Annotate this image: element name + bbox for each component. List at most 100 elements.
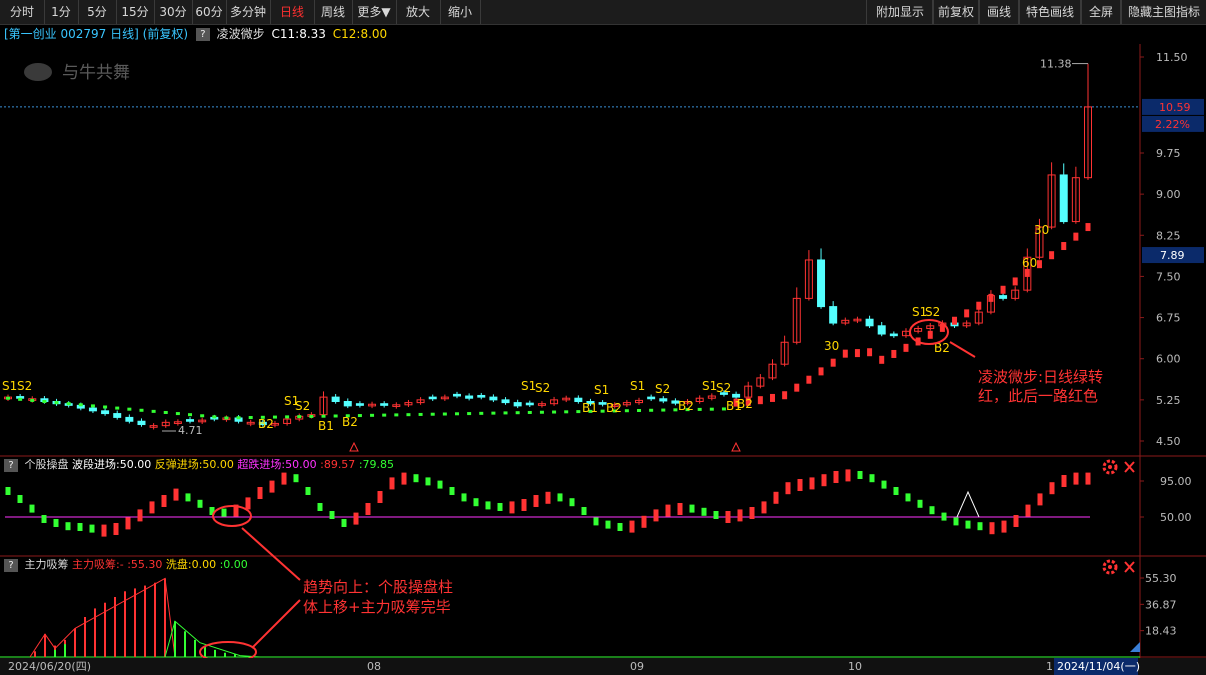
panel1-bar xyxy=(737,509,743,522)
candle-body xyxy=(537,403,546,406)
candle-body xyxy=(938,322,947,327)
candle-body xyxy=(319,396,328,416)
toolbar-btn-9[interactable]: 更多▼ xyxy=(352,0,397,24)
price-tick-label: 6.75 xyxy=(1156,312,1181,325)
annotation-arrow3 xyxy=(251,599,301,649)
toolbar-right-btn-0[interactable]: 隐藏主图指标 xyxy=(1120,0,1206,24)
c12-value: C12:8.00 xyxy=(332,27,388,41)
panel1-bar xyxy=(149,501,155,514)
price-tick-label: 8.25 xyxy=(1156,229,1181,242)
candle-body xyxy=(307,414,316,417)
price-tick-label: 11.50 xyxy=(1156,51,1188,64)
panel1-name[interactable]: 个股操盘 xyxy=(25,458,69,471)
trend-dash xyxy=(127,407,132,411)
toolbar-right-btn-1[interactable]: 全屏 xyxy=(1080,0,1122,24)
toolbar-btn-7[interactable]: 日线 xyxy=(270,0,315,24)
close-icon xyxy=(1124,561,1135,573)
trend-dash xyxy=(78,403,83,407)
trend-dash xyxy=(830,358,836,367)
panel1-bar xyxy=(413,474,419,483)
date-month: 09 xyxy=(630,660,644,673)
date-month: 1 xyxy=(1046,660,1053,673)
toolbar-btn-1[interactable]: 1分 xyxy=(44,0,79,24)
toolbar-btn-10[interactable]: 放大 xyxy=(396,0,441,24)
candle-body xyxy=(501,399,510,404)
candle-body xyxy=(52,401,61,405)
toolbar-btn-5[interactable]: 60分 xyxy=(192,0,227,24)
toolbar-btn-3[interactable]: 15分 xyxy=(116,0,155,24)
candle-body xyxy=(732,393,741,398)
marker-price-label: 7.89 xyxy=(1160,249,1185,262)
pct-label: 2.22% xyxy=(1155,118,1190,131)
panel2-tick: 36.87 xyxy=(1145,598,1177,611)
panel1-bar xyxy=(665,504,671,517)
panel1-bar xyxy=(101,524,107,537)
candle-body xyxy=(380,403,389,406)
panel2-title: ? 主力吸筹 主力吸筹:- :55.30 洗盘:0.00 :0.00 xyxy=(0,557,248,573)
toolbar-right-btn-5[interactable]: 附加显示 xyxy=(866,0,934,24)
trend-dash xyxy=(345,414,350,418)
price-tick-label: 9.75 xyxy=(1156,147,1181,160)
panel1-bar xyxy=(5,487,11,495)
stock-label[interactable]: [第一创业 002797 日线] xyxy=(4,27,139,41)
panel1-bar xyxy=(653,509,659,522)
candle-body xyxy=(222,417,231,421)
toolbar-btn-8[interactable]: 周线 xyxy=(314,0,353,24)
candle-body xyxy=(671,400,680,404)
signal-S1: S1 xyxy=(912,305,927,319)
signal-S2: S2 xyxy=(655,382,670,396)
toolbar-btn-11[interactable]: 缩小 xyxy=(440,0,481,24)
signal-B2: B2 xyxy=(737,397,753,411)
trend-dash xyxy=(685,408,690,412)
candle-body xyxy=(817,259,826,308)
candle-body xyxy=(101,410,110,415)
signal-B2: B2 xyxy=(258,417,274,431)
highlight-ellipse xyxy=(909,319,949,345)
help-icon[interactable]: ? xyxy=(195,28,210,41)
panel1-bar xyxy=(1037,493,1043,506)
candle-body xyxy=(76,404,85,409)
panel2-accum: 主力吸筹:- xyxy=(72,558,124,571)
signal-S1: S1 xyxy=(594,383,609,397)
trend-dash xyxy=(867,348,873,357)
pct-box xyxy=(1142,115,1204,132)
panel1-bar xyxy=(89,524,95,533)
candle-body xyxy=(635,399,644,404)
indicator-name[interactable]: 凌波微步 xyxy=(217,27,265,41)
candle-body xyxy=(962,322,971,327)
panel1-bar xyxy=(1049,482,1055,495)
panel1-bar xyxy=(605,520,611,529)
panel2-name[interactable]: 主力吸筹 xyxy=(25,558,69,571)
candle-body xyxy=(161,421,170,427)
panel1-bar xyxy=(113,523,119,535)
panel1-bar xyxy=(473,498,479,507)
toolbar-right-btn-2[interactable]: 特色画线 xyxy=(1018,0,1082,24)
trend-dash xyxy=(527,410,532,414)
panel1-bar xyxy=(677,503,683,515)
toolbar-btn-0[interactable]: 分时 xyxy=(0,0,45,24)
toolbar-btn-2[interactable]: 5分 xyxy=(78,0,117,24)
date-end: 2024/11/04(一) xyxy=(1057,660,1140,673)
gear-icon xyxy=(1102,459,1118,475)
help-icon[interactable]: ? xyxy=(4,458,18,472)
toolbar-right-btn-4[interactable]: 前复权 xyxy=(932,0,980,24)
trend-dash xyxy=(1061,242,1067,251)
trend-dash xyxy=(236,416,241,420)
toolbar-right-btn-3[interactable]: 画线 xyxy=(978,0,1020,24)
date-axis-bg xyxy=(0,658,1206,675)
toolbar-btn-4[interactable]: 30分 xyxy=(154,0,193,24)
candle-body xyxy=(659,398,668,402)
trend-dash xyxy=(757,396,763,405)
trend-dash xyxy=(721,407,726,411)
chart-canvas[interactable]: 与牛共舞 11.50 9.75 9.00 8.25 7.50 6.75 6.00 5.25 4.5… xyxy=(0,0,1206,675)
toolbar-btn-6[interactable]: 多分钟 xyxy=(226,0,271,24)
trend-dash xyxy=(1049,251,1055,260)
panel1-bar xyxy=(401,472,407,485)
gear-icon-center xyxy=(1108,465,1112,469)
panel1-bar xyxy=(917,499,923,508)
panel1-bar xyxy=(905,493,911,502)
trend-dash xyxy=(418,412,423,416)
candle-body xyxy=(999,295,1008,299)
help-icon[interactable]: ? xyxy=(4,558,18,572)
adjust-label: (前复权) xyxy=(142,27,189,41)
